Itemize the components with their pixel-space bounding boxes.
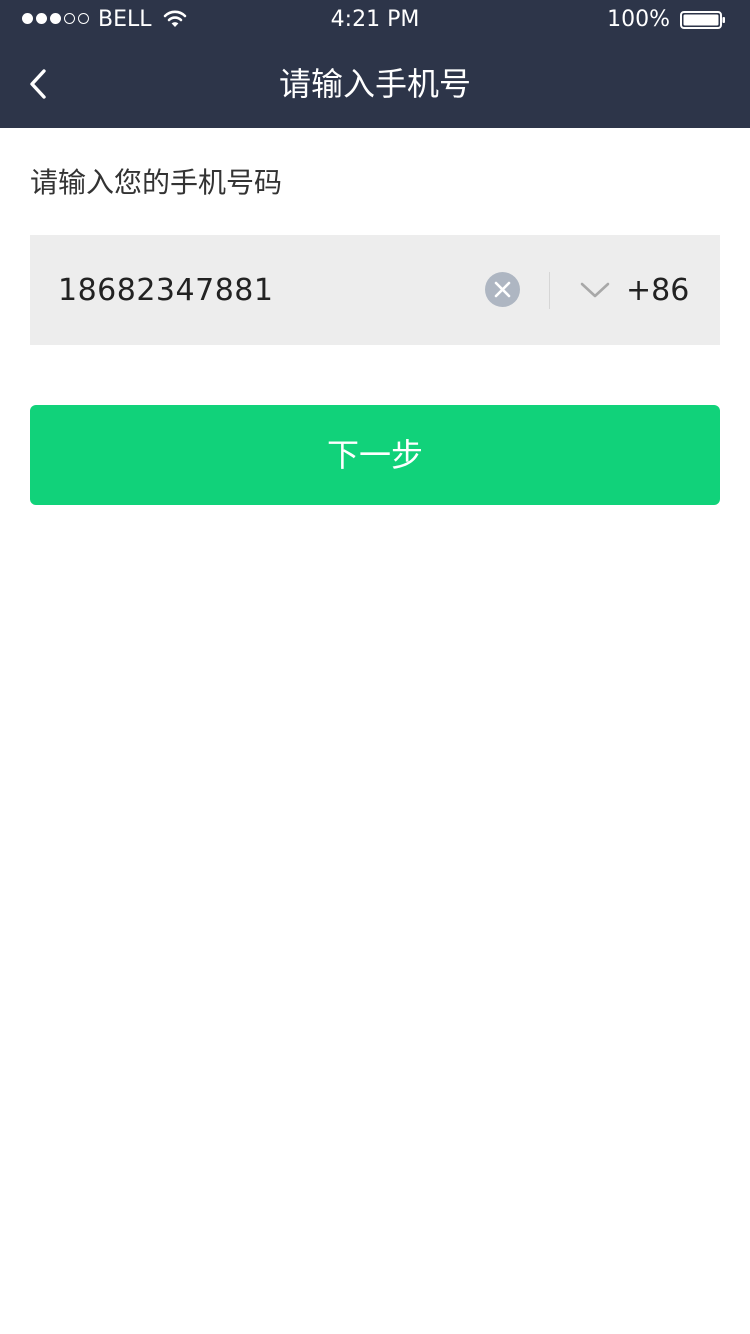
chevron-down-icon (580, 282, 610, 298)
page-title: 请输入手机号 (278, 65, 471, 103)
battery-percent: 100% (607, 7, 670, 32)
navigation-bar: 请输入手机号 (0, 40, 750, 128)
clear-input-button[interactable] (485, 272, 520, 307)
phone-prompt-label: 请输入您的手机号码 (30, 166, 283, 199)
next-step-button[interactable]: 下一步 (30, 405, 720, 505)
clear-icon (494, 281, 511, 298)
country-code-value[interactable]: +86 (626, 271, 689, 311)
status-bar: BELL 4:21 PM 100% (0, 0, 750, 40)
input-divider (549, 272, 550, 309)
battery-icon (680, 11, 726, 29)
phone-input-container: +86 (30, 235, 720, 345)
phone-number-input[interactable] (58, 265, 468, 315)
top-bar: BELL 4:21 PM 100% 请输入手机号 (0, 0, 750, 128)
country-code-dropdown[interactable] (579, 278, 611, 302)
